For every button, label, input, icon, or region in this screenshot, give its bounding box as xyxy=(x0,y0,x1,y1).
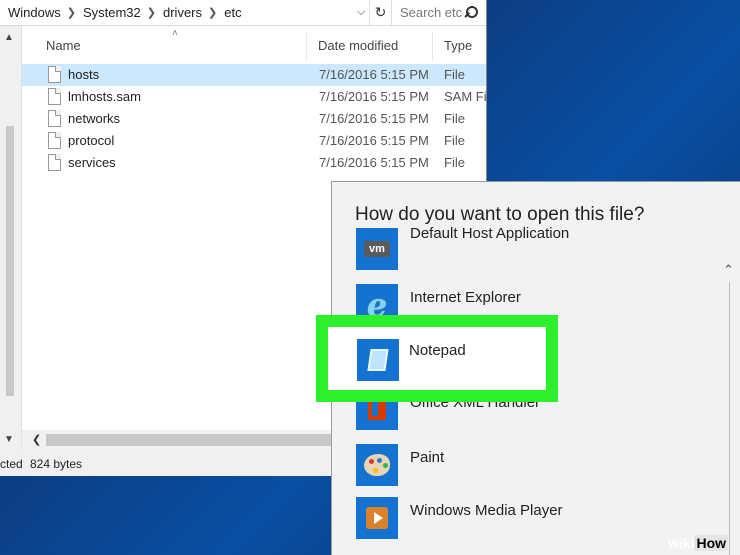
column-name[interactable]: Name xyxy=(46,38,81,53)
chevron-down-icon[interactable]: ⌵ xyxy=(353,6,369,19)
wikihow-watermark: wiki How xyxy=(668,535,729,551)
breadcrumb: Windows ❯ System32 ❯ drivers ❯ etc xyxy=(0,0,353,25)
scroll-down-icon[interactable]: ▼ xyxy=(4,434,14,445)
status-size: 824 bytes xyxy=(30,457,83,471)
app-label: Paint xyxy=(410,449,445,466)
scroll-left-icon[interactable]: ❮ xyxy=(32,433,41,446)
file-icon xyxy=(48,132,61,149)
file-type: File xyxy=(444,111,465,126)
sort-ascending-icon: ˄ xyxy=(172,28,178,39)
file-icon xyxy=(48,88,61,105)
notepad-icon xyxy=(357,339,399,381)
column-type[interactable]: Type xyxy=(444,38,472,53)
file-name: networks xyxy=(68,111,121,126)
file-type: File xyxy=(444,133,465,148)
file-name: lmhosts.sam xyxy=(68,89,141,104)
breadcrumb-drivers[interactable]: drivers xyxy=(163,5,202,20)
app-option-default-host[interactable]: vm Default Host Application xyxy=(332,222,719,274)
file-date: 7/16/2016 5:15 PM xyxy=(319,111,429,126)
app-option-windows-media-player[interactable]: Windows Media Player xyxy=(332,491,719,543)
table-row[interactable]: services 7/16/2016 5:15 PM File xyxy=(22,152,486,174)
navigation-pane: ▲ ▼ xyxy=(0,26,22,450)
file-icon xyxy=(48,66,61,83)
file-type: SAM File xyxy=(444,89,487,104)
app-label: Windows Media Player xyxy=(410,502,563,519)
app-option-paint[interactable]: Paint xyxy=(332,438,719,490)
file-date: 7/16/2016 5:15 PM xyxy=(319,89,429,104)
horizontal-scrollbar-thumb[interactable] xyxy=(46,434,346,446)
media-player-icon xyxy=(356,497,398,539)
status-selected: cted xyxy=(0,457,23,471)
file-date: 7/16/2016 5:15 PM xyxy=(319,133,429,148)
file-icon xyxy=(48,154,61,171)
nav-scrollbar-thumb[interactable] xyxy=(6,126,14,396)
paint-icon xyxy=(356,444,398,486)
file-type: File xyxy=(444,155,465,170)
table-row[interactable]: protocol 7/16/2016 5:15 PM File xyxy=(22,130,486,152)
breadcrumb-windows[interactable]: Windows xyxy=(8,5,61,20)
vm-icon: vm xyxy=(356,228,398,270)
file-date: 7/16/2016 5:15 PM xyxy=(319,155,429,170)
file-type: File xyxy=(444,67,465,82)
column-header: ˄ Name Date modified Type xyxy=(22,26,486,64)
scroll-up-icon[interactable]: ⌃ xyxy=(723,262,734,278)
chevron-right-icon[interactable]: ❯ xyxy=(208,6,217,19)
address-bar[interactable]: Windows ❯ System32 ❯ drivers ❯ etc ⌵ ↻ S… xyxy=(0,0,486,26)
chevron-right-icon[interactable]: ❯ xyxy=(67,6,76,19)
file-date: 7/16/2016 5:15 PM xyxy=(319,67,429,82)
breadcrumb-etc[interactable]: etc xyxy=(224,5,241,20)
refresh-icon[interactable]: ↻ xyxy=(369,0,391,25)
app-option-notepad[interactable]: Notepad xyxy=(316,315,558,402)
table-row[interactable]: lmhosts.sam 7/16/2016 5:15 PM SAM File xyxy=(22,86,487,108)
file-name: hosts xyxy=(68,67,100,82)
column-date-modified[interactable]: Date modified xyxy=(318,38,398,53)
app-label: Default Host Application xyxy=(410,225,570,242)
breadcrumb-system32[interactable]: System32 xyxy=(83,5,141,20)
search-input[interactable]: Search etc xyxy=(391,0,486,25)
dialog-scrollbar[interactable]: ⌃ xyxy=(719,242,740,555)
file-name: protocol xyxy=(68,133,115,148)
chevron-right-icon[interactable]: ❯ xyxy=(147,6,156,19)
file-icon xyxy=(48,110,61,127)
app-label: Notepad xyxy=(409,342,466,359)
search-icon[interactable] xyxy=(465,5,479,20)
search-placeholder: Search etc xyxy=(400,5,463,20)
app-label: Internet Explorer xyxy=(410,289,521,306)
table-row[interactable]: hosts 7/16/2016 5:15 PM File xyxy=(22,64,486,86)
file-name: services xyxy=(68,155,116,170)
table-row[interactable]: networks 7/16/2016 5:15 PM File xyxy=(22,108,486,130)
scroll-up-icon[interactable]: ▲ xyxy=(4,32,14,43)
